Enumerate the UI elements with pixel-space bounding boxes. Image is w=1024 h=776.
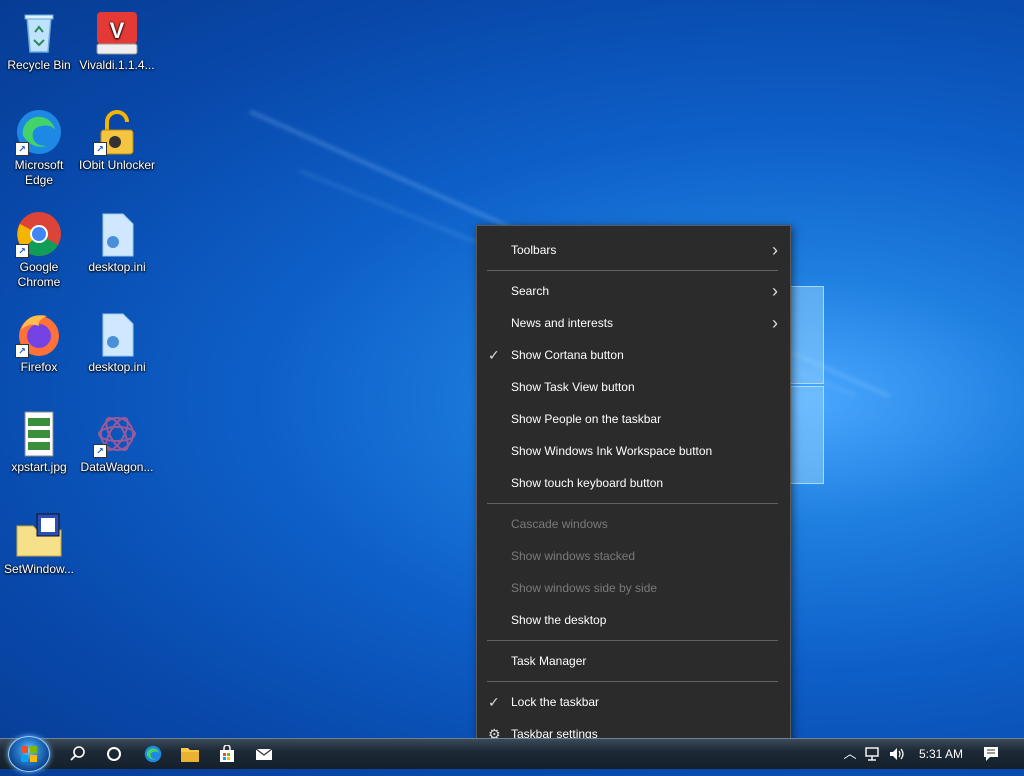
vivaldi-installer-icon: V [93, 8, 141, 56]
desktop-icon-firefox[interactable]: ↗ Firefox [0, 310, 79, 375]
desktop-icon-label: desktop.ini [88, 260, 146, 274]
chrome-icon: ↗ [15, 210, 63, 258]
chevron-right-icon: › [772, 281, 778, 301]
shortcut-arrow-icon: ↗ [93, 142, 107, 156]
menu-item-show-cortana-button[interactable]: ✓ Show Cortana button [477, 340, 790, 370]
menu-separator [487, 270, 778, 271]
menu-item-show-windows-side-by-side: Show windows side by side [511, 581, 658, 595]
menu-item-search[interactable]: Search › [477, 276, 790, 306]
cortana-icon [107, 747, 121, 761]
recycle-bin-icon [15, 8, 63, 56]
desktop-icon-iobit-unlocker[interactable]: ↗ IObit Unlocker [77, 108, 157, 173]
menu-item-lock-the-taskbar[interactable]: ✓ Lock the taskbar [477, 687, 790, 717]
taskbar-context-menu: Toolbars › Search › News and interests ›… [476, 225, 791, 761]
network-icon [865, 747, 879, 761]
settings-file-icon [93, 310, 141, 358]
menu-item-show-windows-stacked: Show windows stacked [511, 549, 636, 563]
taskbar-clock[interactable]: 5:31 AM [912, 739, 970, 769]
desktop-icon-microsoft-edge[interactable]: ↗ Microsoft Edge [0, 108, 79, 188]
action-center-button[interactable] [978, 739, 1004, 769]
taskbar-file-explorer-button[interactable] [175, 739, 205, 769]
desktop-icon-setwindow[interactable]: SetWindow... [0, 512, 79, 577]
shortcut-arrow-icon: ↗ [15, 142, 29, 156]
taskbar-store-button[interactable] [212, 739, 242, 769]
show-hidden-icons-button[interactable]: ︿ [840, 739, 860, 769]
shortcut-arrow-icon: ↗ [15, 344, 29, 358]
iobit-unlocker-icon: ↗ [93, 108, 141, 156]
network-tray-button[interactable] [862, 739, 884, 769]
checkmark-icon: ✓ [488, 694, 500, 710]
menu-item-cascade-windows: Cascade windows [511, 517, 608, 531]
menu-item-show-touch-keyboard[interactable]: Show touch keyboard button [477, 468, 790, 498]
file-explorer-icon [181, 748, 199, 762]
checkmark-icon: ✓ [488, 347, 500, 363]
taskbar: ︿ 5:31 AM [0, 736, 1024, 772]
desktop-icon-label: Google Chrome [17, 260, 61, 289]
desktop-icon-label: SetWindow... [3, 562, 75, 576]
chevron-up-icon: ︿ [843, 746, 857, 761]
datawagon-icon: ↗ [93, 410, 141, 458]
volume-tray-button[interactable] [886, 739, 908, 769]
volume-icon [890, 748, 904, 760]
menu-item-show-windows-ink[interactable]: Show Windows Ink Workspace button [477, 436, 790, 466]
cortana-button[interactable] [100, 739, 128, 769]
taskbar-mail-button[interactable] [249, 739, 279, 769]
desktop-icon-label: IObit Unlocker [78, 158, 156, 172]
menu-separator [487, 681, 778, 682]
store-icon [220, 744, 234, 762]
menu-item-show-task-view-button[interactable]: Show Task View button [477, 372, 790, 402]
menu-item-show-people[interactable]: Show People on the taskbar [477, 404, 790, 434]
taskbar-edge-button[interactable] [138, 739, 168, 769]
menu-separator [487, 503, 778, 504]
notification-icon [984, 747, 998, 761]
desktop-icon-label: desktop.ini [88, 360, 146, 374]
chevron-right-icon: › [772, 313, 778, 333]
desktop-icon-desktop-ini[interactable]: desktop.ini [77, 210, 157, 275]
start-button[interactable] [8, 736, 50, 772]
firefox-icon: ↗ [15, 310, 63, 358]
edge-icon: ↗ [15, 108, 63, 156]
menu-item-news-and-interests[interactable]: News and interests › [477, 308, 790, 338]
chevron-right-icon: › [772, 240, 778, 260]
desktop-icon-label: Vivaldi.1.1.4... [79, 58, 155, 72]
desktop-icon-label: Microsoft Edge [14, 158, 64, 187]
desktop-icon-google-chrome[interactable]: ↗ Google Chrome [0, 210, 79, 290]
shortcut-arrow-icon: ↗ [93, 444, 107, 458]
search-icon [70, 746, 85, 761]
menu-item-task-manager[interactable]: Task Manager [477, 646, 790, 676]
image-file-icon [15, 410, 63, 458]
desktop-icon-datawagon[interactable]: ↗ DataWagon... [77, 410, 157, 475]
menu-item-show-the-desktop[interactable]: Show the desktop [477, 605, 790, 635]
search-button[interactable] [64, 739, 92, 769]
windows-logo-icon [21, 746, 37, 762]
edge-icon [144, 745, 162, 763]
shortcut-arrow-icon: ↗ [15, 244, 29, 258]
desktop-icon-label: xpstart.jpg [11, 460, 67, 474]
svg-text:V: V [110, 18, 125, 43]
settings-file-icon [93, 210, 141, 258]
desktop-icon-desktop-ini[interactable]: desktop.ini [77, 310, 157, 375]
desktop-icon-label: Recycle Bin [7, 58, 71, 72]
desktop-icon-vivaldi[interactable]: V Vivaldi.1.1.4... [77, 8, 157, 73]
folder-icon [15, 512, 63, 560]
mail-icon [255, 748, 273, 760]
desktop-icon-xpstart-jpg[interactable]: xpstart.jpg [0, 410, 79, 475]
menu-separator [487, 640, 778, 641]
desktop-icon-recycle-bin[interactable]: Recycle Bin [0, 8, 79, 73]
desktop-icon-label: Firefox [20, 360, 58, 374]
menu-item-toolbars[interactable]: Toolbars › [477, 235, 790, 265]
desktop-icon-label: DataWagon... [80, 460, 154, 474]
